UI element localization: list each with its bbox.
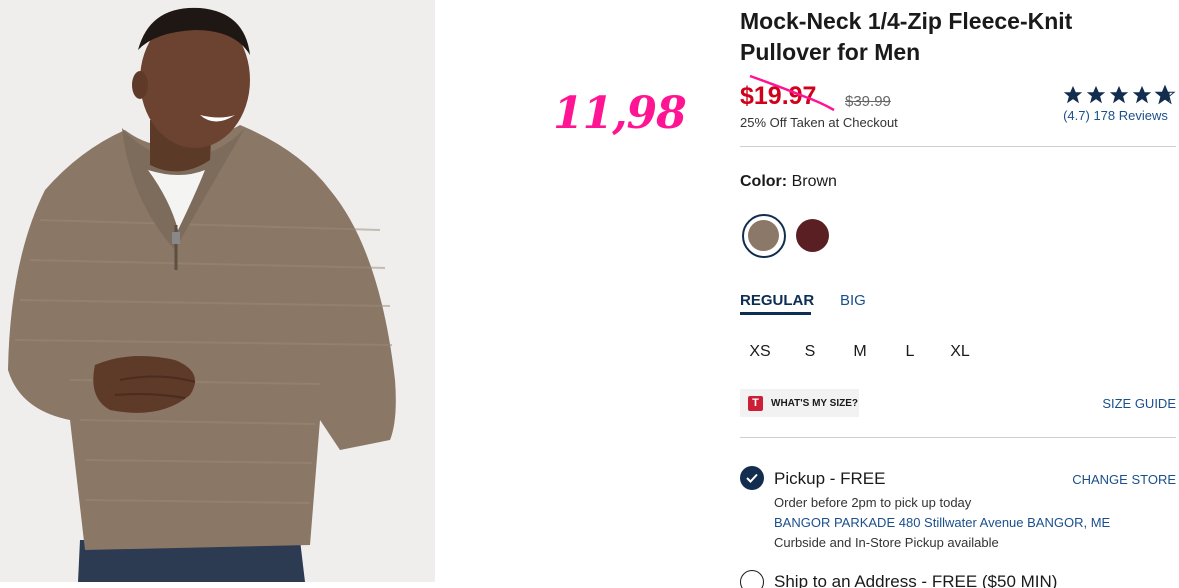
color-selection-label: Color: Brown <box>740 173 837 191</box>
rating-score: (4.7) <box>1063 108 1090 123</box>
selected-color-name: Brown <box>791 173 837 190</box>
tab-regular[interactable]: REGULAR <box>740 292 814 309</box>
swatch-burgundy[interactable] <box>792 214 836 258</box>
size-xs-button[interactable]: XS <box>740 343 780 361</box>
handwritten-price-annotation: 11,98 <box>553 88 687 139</box>
product-title: Mock-Neck 1/4-Zip Fleece-Knit Pullover f… <box>740 8 1073 65</box>
size-guide-link[interactable]: SIZE GUIDE <box>1102 396 1176 411</box>
star-rating <box>1055 84 1176 108</box>
divider <box>740 437 1176 438</box>
store-address-link[interactable]: BANGOR PARKADE 480 Stillwater Avenue BAN… <box>774 515 1110 530</box>
swatch-brown-fill <box>748 220 779 251</box>
whats-my-size-label: WHAT'S MY SIZE? <box>771 397 859 409</box>
pickup-order-note: Order before 2pm to pick up today <box>774 495 972 510</box>
size-l-button[interactable]: L <box>890 343 930 361</box>
star-icon <box>1109 85 1129 104</box>
whats-my-size-button[interactable]: T WHAT'S MY SIZE? <box>740 389 859 417</box>
rating-summary[interactable]: (4.7) 178 Reviews <box>1055 84 1176 123</box>
reviews-link[interactable]: (4.7) 178 Reviews <box>1055 108 1176 123</box>
product-image[interactable] <box>0 0 435 582</box>
size-m-button[interactable]: M <box>840 343 880 361</box>
star-icon <box>1086 85 1106 104</box>
change-store-link[interactable]: CHANGE STORE <box>1072 472 1176 487</box>
active-tab-underline <box>740 312 811 315</box>
size-s-button[interactable]: S <box>790 343 830 361</box>
divider <box>740 146 1176 147</box>
true-fit-logo-icon: T <box>748 395 763 411</box>
pickup-radio-checked[interactable] <box>740 466 764 490</box>
size-xl-button[interactable]: XL <box>940 343 980 361</box>
swatch-brown[interactable] <box>742 214 786 258</box>
tab-big[interactable]: BIG <box>840 292 866 309</box>
color-label: Color: <box>740 173 788 190</box>
checkout-discount-note: 25% Off Taken at Checkout <box>740 115 898 130</box>
curbside-note: Curbside and In-Store Pickup available <box>774 535 999 550</box>
ship-radio-unchecked[interactable] <box>740 570 764 588</box>
strike-through-scribble <box>749 74 835 112</box>
star-icon <box>1063 85 1083 104</box>
ship-option-title[interactable]: Ship to an Address - FREE ($50 MIN) <box>774 572 1057 588</box>
star-partial-icon <box>1154 84 1176 105</box>
star-icon <box>1132 85 1152 104</box>
original-price: $39.99 <box>845 93 891 110</box>
swatch-burgundy-fill <box>796 219 829 252</box>
pickup-option-title[interactable]: Pickup - FREE <box>774 469 885 489</box>
checkmark-icon <box>746 473 758 483</box>
reviews-count: 178 Reviews <box>1093 108 1168 123</box>
man-in-pullover-illustration <box>0 0 435 582</box>
